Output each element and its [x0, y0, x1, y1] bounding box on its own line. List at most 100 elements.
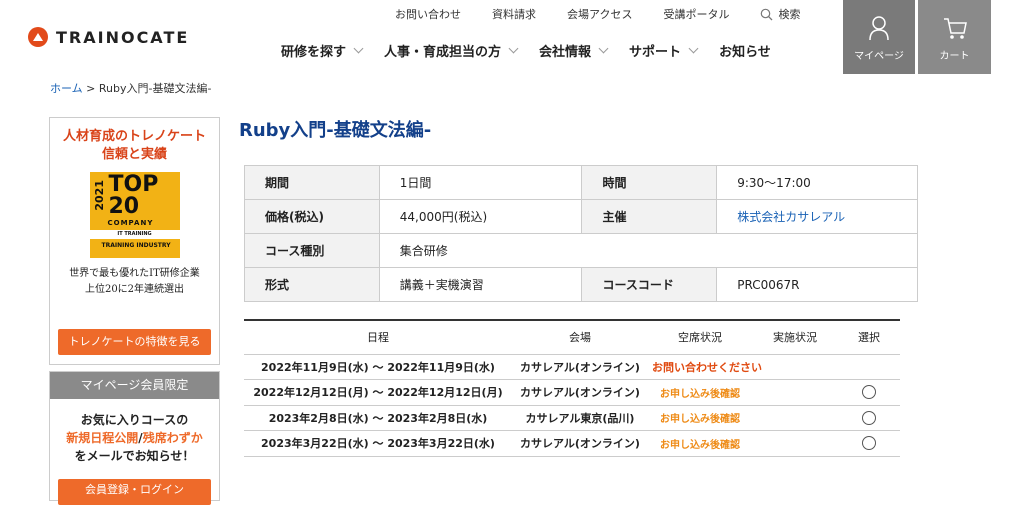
badge-company: COMPANY [107, 219, 154, 227]
search-icon [761, 8, 773, 20]
mypage-label: マイページ [854, 51, 904, 62]
course-type-value: 集合研修 [378, 233, 919, 268]
nav-company[interactable]: 会社情報 [539, 41, 609, 60]
cart-icon [943, 18, 967, 39]
schedule-venue: カサレアル(オンライン) [512, 379, 648, 406]
top20-banner[interactable]: 人材育成のトレノケート 信頼と実績 2021 TOP 20 COMPANY IT… [49, 117, 220, 365]
banner-title-line1: 人材育成のトレノケート [62, 129, 206, 144]
register-login-button[interactable]: 会員登録・ログイン [58, 479, 211, 505]
price-label: 価格(税込) [244, 199, 380, 234]
format-label: 形式 [244, 267, 380, 302]
nav-label: 人事・育成担当の方 [384, 45, 502, 60]
schedule-select-cell [838, 354, 900, 380]
schedule-availability: お問い合わせください [648, 354, 838, 380]
host-label: 主催 [581, 199, 718, 234]
col-status: 実施状況 [752, 319, 838, 355]
info-row: 期間 1日間 時間 9:30〜17:00 [244, 165, 918, 200]
badge-top: TOP [108, 172, 159, 197]
info-row: コース種別 集合研修 [244, 233, 919, 268]
main-nav: 研修を探す 人事・育成担当の方 会社情報 サポート お知らせ [281, 41, 793, 60]
user-icon [869, 16, 889, 41]
nav-label: サポート [629, 45, 682, 60]
course-type-label: コース種別 [244, 233, 380, 268]
breadcrumb-current: Ruby入門-基礎文法編- [98, 82, 212, 95]
chevron-down-icon [598, 43, 609, 54]
cart-button[interactable]: カート [918, 0, 991, 74]
utility-portal[interactable]: 受講ポータル [663, 6, 729, 22]
course-code-label: コースコード [581, 267, 718, 302]
period-value: 1日間 [378, 165, 583, 200]
select-radio[interactable] [862, 385, 876, 400]
utility-nav: お問い合わせ 資料請求 会場アクセス 受講ポータル 検索 [395, 6, 831, 22]
breadcrumb: ホーム > Ruby入門-基礎文法編- [50, 80, 211, 96]
schedule-availability: お申し込み後確認 [648, 405, 752, 431]
schedule-venue: カサレアル(オンライン) [512, 354, 648, 380]
schedule-venue: カサレアル東京(品川) [512, 405, 648, 431]
badge-training-industry: TRAINING INDUSTRY [101, 242, 171, 249]
schedule-table: 日程 会場 空席状況 実施状況 選択 2022年11月9日(水) ～ 2022年… [244, 319, 900, 457]
schedule-date: 2023年2月8日(水) ～ 2023年2月8日(水) [244, 405, 512, 431]
nav-label: 研修を探す [281, 45, 347, 60]
search-label: 検索 [778, 8, 801, 21]
schedule-select-cell [838, 405, 900, 431]
schedule-select-cell [838, 430, 900, 457]
breadcrumb-separator: > [86, 82, 96, 95]
col-date: 日程 [244, 319, 512, 355]
schedule-availability: お申し込み後確認 [648, 430, 752, 457]
schedule-date: 2022年11月9日(水) ～ 2022年11月9日(水) [244, 354, 512, 380]
page-title: Ruby入門-基礎文法編- [239, 120, 432, 141]
nav-news[interactable]: お知らせ [719, 41, 771, 60]
select-radio[interactable] [862, 410, 876, 425]
banner-title-line2: 信頼と実績 [101, 147, 167, 162]
chevron-down-icon [353, 43, 364, 54]
schedule-row: 2022年12月12日(月) ～ 2022年12月12日(月) カサレアル(オン… [244, 379, 900, 406]
schedule-availability: お申し込み後確認 [648, 379, 752, 406]
member-header: マイページ会員限定 [50, 372, 219, 399]
nav-label: 会社情報 [539, 45, 592, 60]
utility-documents[interactable]: 資料請求 [492, 6, 536, 22]
brand-name: TRAINOCATE [56, 27, 190, 47]
utility-contact[interactable]: お問い合わせ [395, 6, 461, 22]
badge-strip: IT TRAINING [89, 230, 180, 239]
col-availability: 空席状況 [648, 319, 752, 355]
nav-find-training[interactable]: 研修を探す [281, 41, 364, 60]
chevron-down-icon [508, 43, 519, 54]
badge-year: 2021 [92, 180, 106, 211]
banner-description: 世界で最も優れたIT研修企業 上位20に2年連続選出 [50, 266, 219, 298]
schedule-select-cell [838, 379, 900, 406]
info-row: 形式 講義＋実機演習 コースコード PRC0067R [244, 267, 918, 302]
course-info-table: 期間 1日間 時間 9:30〜17:00 価格(税込) 44,000円(税込) … [244, 165, 919, 302]
select-radio[interactable] [862, 436, 876, 451]
col-venue: 会場 [512, 319, 648, 355]
member-line3: をメールでお知らせ！ [74, 449, 195, 463]
host-link[interactable]: 株式会社カサレアル [716, 199, 918, 234]
trainocate-logo[interactable]: TRAINOCATE [28, 27, 189, 47]
schedule-row: 2023年3月22日(水) ～ 2023年3月22日(水) カサレアル(オンライ… [244, 430, 900, 457]
nav-hr[interactable]: 人事・育成担当の方 [384, 41, 519, 60]
search-link[interactable]: 検索 [760, 6, 831, 22]
period-label: 期間 [244, 165, 380, 200]
schedule-status [752, 405, 838, 431]
course-code-value: PRC0067R [716, 267, 918, 302]
member-few-seats: 残席わずか [142, 431, 203, 445]
schedule-date: 2023年3月22日(水) ～ 2023年3月22日(水) [244, 430, 512, 457]
schedule-status [752, 430, 838, 457]
site-header: TRAINOCATE お問い合わせ 資料請求 会場アクセス 受講ポータル 検索 … [0, 0, 1024, 74]
price-value: 44,000円(税込) [378, 199, 583, 234]
schedule-row: 2023年2月8日(水) ～ 2023年2月8日(水) カサレアル東京(品川) … [244, 405, 900, 431]
banner-desc-line2: 上位20に2年連続選出 [84, 284, 185, 295]
top20-badge-image: 2021 TOP 20 COMPANY IT TRAINING TRAINING… [89, 172, 180, 258]
features-button[interactable]: トレノケートの特徴を見る [58, 329, 211, 355]
breadcrumb-home[interactable]: ホーム [50, 82, 83, 95]
info-row: 価格(税込) 44,000円(税込) 主催 株式会社カサレアル [244, 199, 918, 234]
time-label: 時間 [581, 165, 718, 200]
badge-top20: TOP 20 [109, 174, 159, 218]
mypage-button[interactable]: マイページ [843, 0, 915, 74]
format-value: 講義＋実機演習 [378, 267, 583, 302]
logo-mark-icon [28, 27, 48, 47]
schedule-date: 2022年12月12日(月) ～ 2022年12月12日(月) [244, 379, 512, 406]
nav-support[interactable]: サポート [629, 41, 699, 60]
chevron-down-icon [688, 43, 699, 54]
utility-access[interactable]: 会場アクセス [567, 6, 632, 22]
member-new-schedule: 新規日程公開 [66, 431, 139, 445]
